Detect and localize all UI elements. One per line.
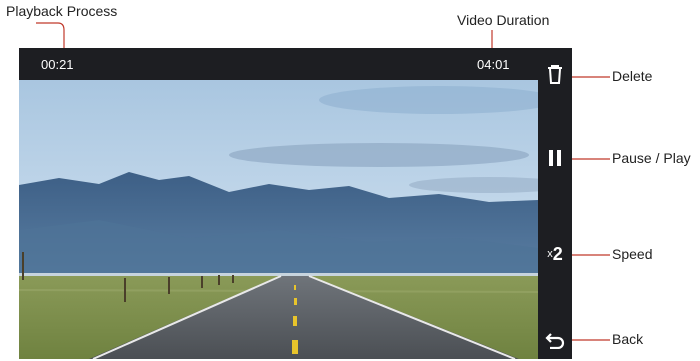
player-top-bar: 00:21 04:01 [19, 48, 538, 80]
back-arrow-icon [545, 333, 565, 349]
video-frame[interactable] [19, 80, 538, 359]
pause-icon [549, 150, 561, 166]
player-control-sidebar: x2 [538, 48, 572, 359]
total-duration: 04:01 [477, 57, 510, 72]
video-player: 00:21 04:01 x 2 [19, 48, 572, 359]
back-button[interactable] [538, 326, 572, 354]
speed-value: 2 [552, 243, 563, 264]
speed-button[interactable]: x2 [538, 240, 572, 268]
elapsed-time: 00:21 [41, 57, 74, 72]
landscape-road-image [19, 80, 538, 359]
delete-button[interactable] [538, 60, 572, 88]
leader-playback-process [36, 22, 65, 48]
pause-play-button[interactable] [538, 144, 572, 172]
trash-icon [548, 65, 562, 84]
